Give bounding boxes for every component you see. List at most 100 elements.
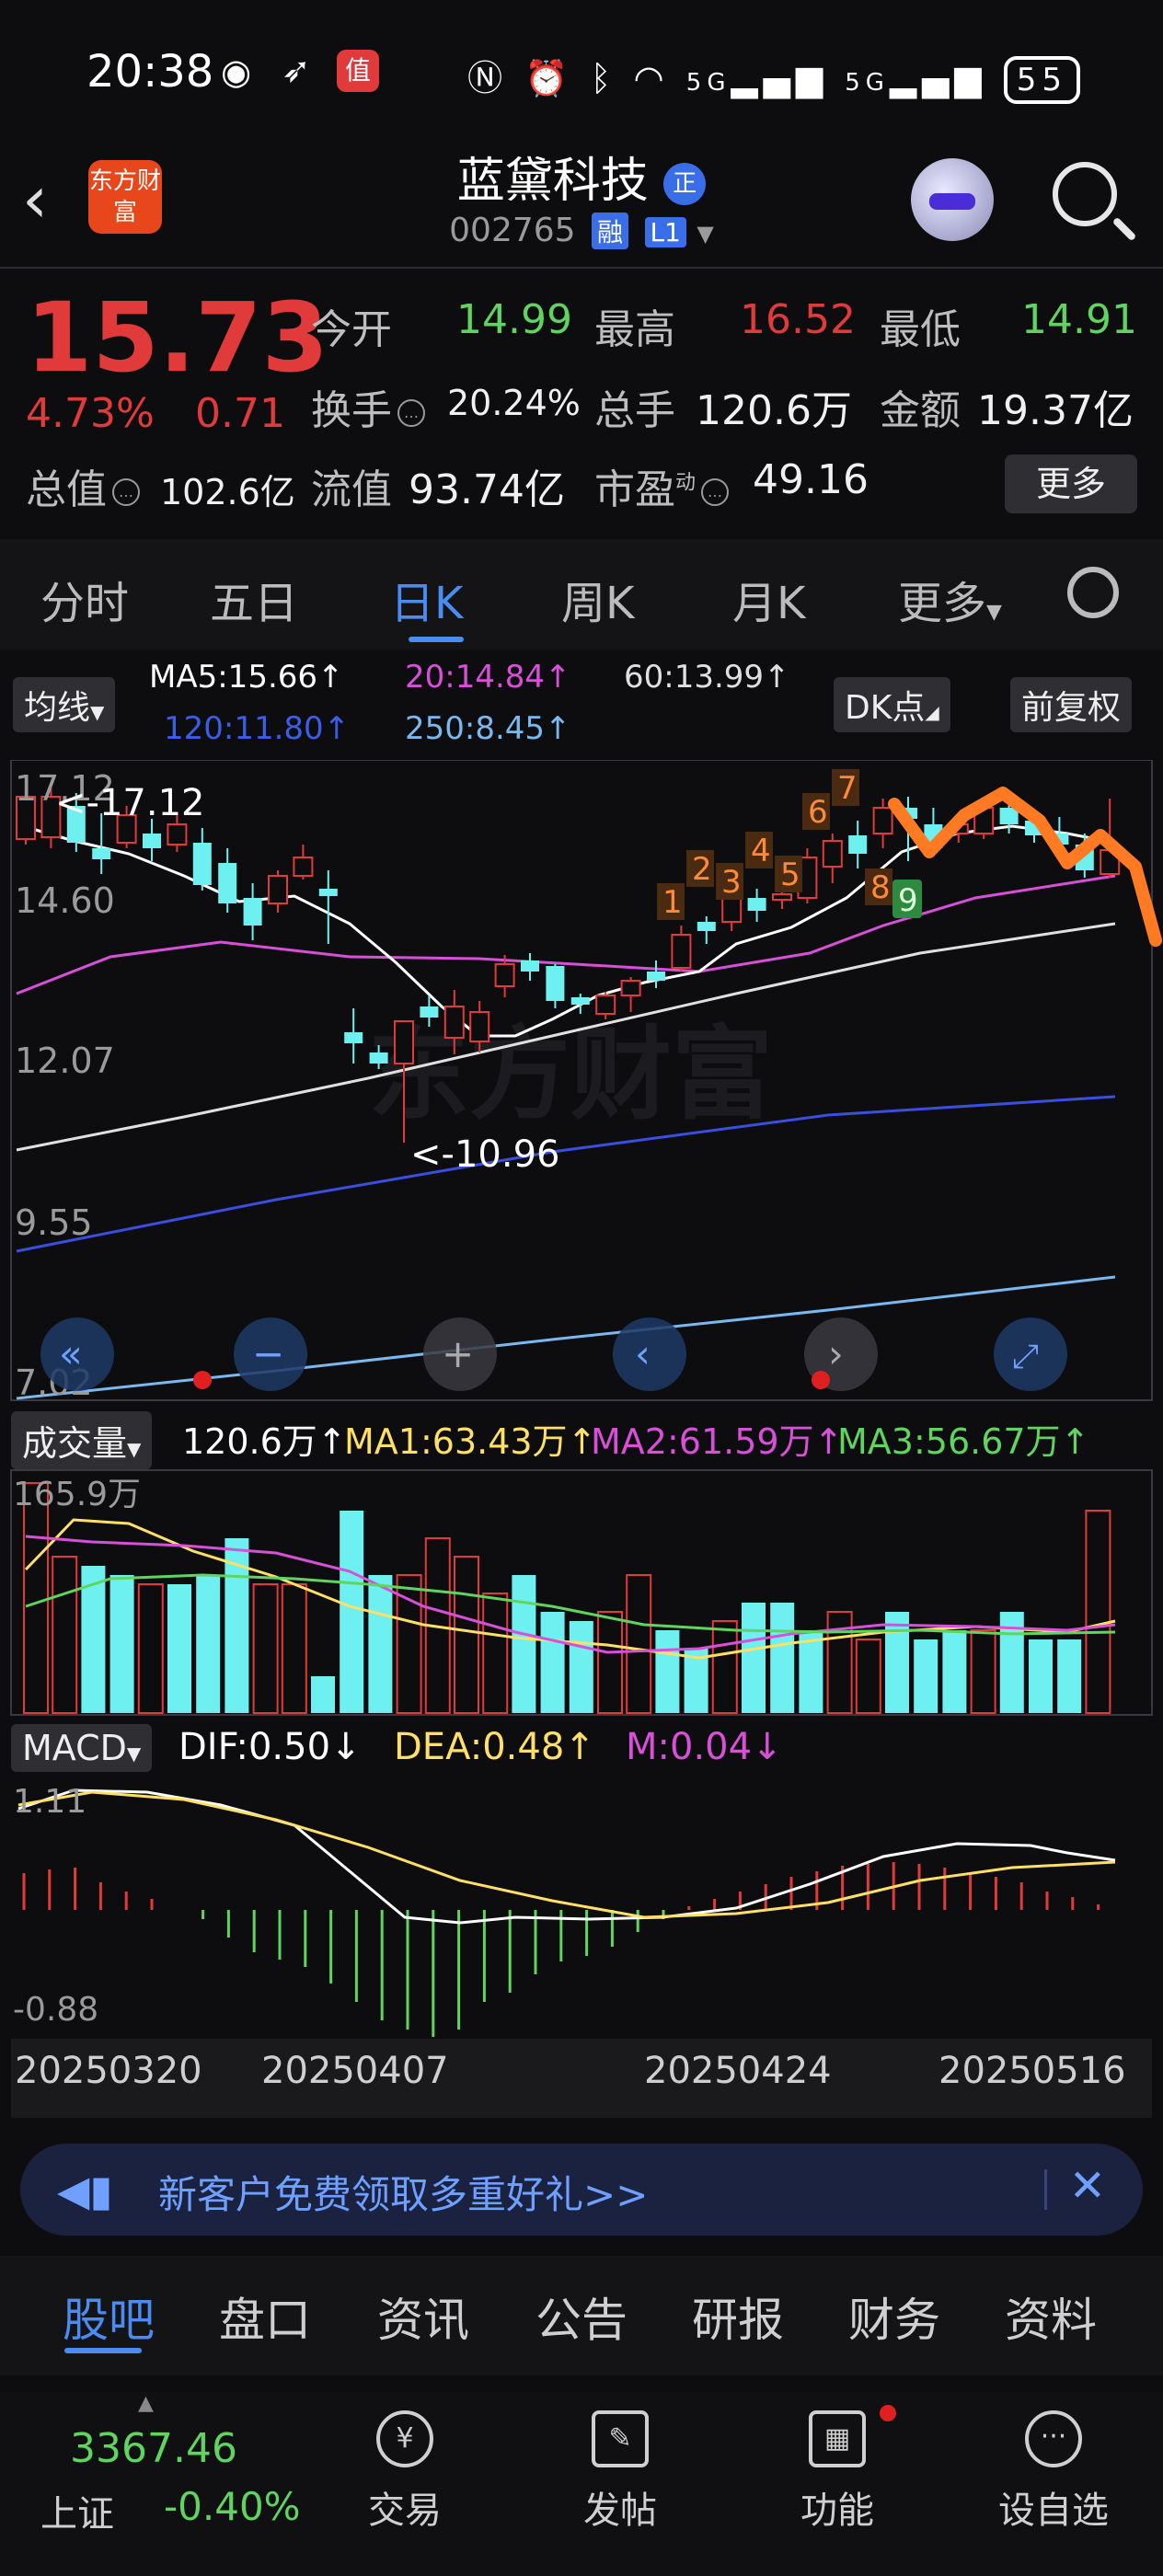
volume-ma3: MA3:56.67万↑: [837, 1421, 1090, 1462]
event-dot[interactable]: [812, 1371, 830, 1389]
candle-body: [647, 972, 665, 981]
date-tick: 20250407: [261, 2050, 449, 2092]
volume-bar: [368, 1575, 393, 1713]
ma120-legend: 120:11.80↑: [164, 710, 351, 747]
expand-icon: ⤢: [1012, 1338, 1039, 1375]
status-bar: 20:38 ◉ ➶ 值 Ⓝ ⏰ ᛒ ◠ 5G▂▄▆ 5G▂▄▆ 55: [0, 0, 1163, 138]
volume-bar: [914, 1639, 938, 1713]
index-value[interactable]: 3367.46: [70, 2425, 237, 2472]
volume-top-tick: 165.9万: [13, 1476, 141, 1513]
date-tick: 20250320: [15, 2050, 202, 2092]
bluetooth-icon: ᛒ: [590, 58, 617, 98]
turnover-value: 20.24%: [447, 383, 581, 423]
tab-daily-k[interactable]: 日K: [390, 567, 463, 631]
functions-button[interactable]: ▦ 功能: [791, 2405, 896, 2534]
open-label: 今开: [311, 306, 392, 353]
gear-icon[interactable]: [1067, 567, 1119, 618]
event-dot[interactable]: [193, 1371, 212, 1389]
tab-announcements[interactable]: 公告: [535, 2283, 628, 2350]
macd-selector[interactable]: MACD▼: [11, 1724, 153, 1772]
post-button[interactable]: ✎ 发帖: [574, 2410, 666, 2534]
float-value: 93.74亿: [409, 466, 565, 513]
info-icon[interactable]: …: [397, 399, 425, 427]
kline-chart[interactable]: 东方财富 12 34567 8 9 17.12 14.60 12.07 9.55 7.…: [0, 760, 1163, 1404]
stock-header: ‹ 东方财富 蓝黛科技 正 002765 融 L1 ▼: [0, 138, 1163, 267]
ma5-line: [16, 822, 1116, 1038]
trade-button[interactable]: ¥ 交易: [359, 2410, 451, 2534]
search-icon[interactable]: [1053, 162, 1117, 226]
double-left-icon: «: [59, 1331, 83, 1376]
tab-order-book[interactable]: 盘口: [219, 2283, 311, 2350]
date-tick: 20250424: [644, 2050, 832, 2092]
tab-monthly-k[interactable]: 月K: [732, 567, 805, 631]
tab-forum[interactable]: 股吧: [63, 2283, 155, 2350]
corner-icon: ◢: [925, 701, 939, 723]
volume-ma1: MA1:63.43万↑: [344, 1421, 597, 1462]
index-change[interactable]: -0.40%: [164, 2484, 301, 2529]
volume-bar: [252, 1583, 279, 1714]
paper-plane-icon: ➶: [282, 50, 311, 90]
volume-bar: [1029, 1639, 1053, 1713]
macd-chart[interactable]: 1.11 -0.88: [0, 1779, 1163, 2037]
macd-m: M:0.04↓: [626, 1726, 783, 1768]
status-icons: Ⓝ ⏰ ᛒ ◠ 5G▂▄▆ 5G▂▄▆ 55: [467, 50, 1080, 104]
promo-banner[interactable]: ◀▮ 新客户免费领取多重好礼>> ✕: [20, 2144, 1143, 2236]
nfc-icon: Ⓝ: [467, 58, 509, 98]
assistant-robot-icon[interactable]: [911, 158, 994, 241]
tab-profile[interactable]: 资料: [1005, 2283, 1097, 2350]
battery-icon: 55: [1003, 56, 1080, 104]
mktcap-label: 总值…: [26, 456, 145, 515]
divider: [1044, 2169, 1047, 2210]
macd-dif: DIF:0.50↓: [178, 1726, 362, 1768]
volume-label: 总手: [594, 387, 675, 434]
candle-body: [772, 893, 792, 901]
volume-bar: [109, 1575, 134, 1713]
close-icon[interactable]: ✕: [1069, 2160, 1106, 2212]
candle-body: [143, 834, 161, 848]
chevron-right-icon: ›: [828, 1331, 844, 1376]
float-label: 流值: [311, 466, 392, 513]
volume-bar: [512, 1575, 536, 1713]
volume-chart[interactable]: 165.9万: [0, 1468, 1163, 1717]
volume-bar: [281, 1583, 307, 1714]
adjust-button[interactable]: 前复权: [1010, 677, 1133, 732]
tab-financials[interactable]: 财务: [848, 2283, 940, 2350]
tab-news[interactable]: 资讯: [377, 2283, 469, 2350]
tab-intraday[interactable]: 分时: [40, 567, 129, 631]
ma-selector[interactable]: 均线▼: [13, 677, 116, 732]
more-button[interactable]: 更多: [1005, 454, 1137, 513]
tab-weekly-k[interactable]: 周K: [561, 567, 634, 631]
volume-bar: [52, 1556, 78, 1714]
ma20-legend: 20:14.84↑: [405, 659, 571, 696]
wifi-icon: ◠: [633, 58, 670, 98]
promo-text[interactable]: 新客户免费领取多重好礼>>: [158, 2164, 648, 2220]
tab-research[interactable]: 研报: [692, 2283, 784, 2350]
signal2-bars-icon: ▂▄▆: [889, 58, 987, 98]
expand-up-icon[interactable]: ▲: [138, 2392, 154, 2415]
td-mark: 8: [870, 869, 891, 906]
candle-body: [697, 922, 716, 931]
candle-body: [848, 835, 868, 854]
content-tabs: 股吧 盘口 资讯 公告 研报 财务 资料: [0, 2256, 1163, 2375]
info-icon[interactable]: …: [701, 478, 730, 506]
volume-selector[interactable]: 成交量▼: [11, 1411, 153, 1469]
dk-point-button[interactable]: DK点◢: [834, 677, 950, 732]
high-label: 最高: [594, 306, 675, 353]
index-name[interactable]: 上证: [40, 2484, 114, 2537]
y-tick: 14.60: [15, 880, 115, 921]
date-tick: 20250516: [938, 2050, 1126, 2092]
add-watchlist-button[interactable]: ··· 设自选: [985, 2410, 1123, 2534]
candle-body: [595, 995, 616, 1015]
candle-body: [268, 875, 288, 904]
macd-bottom-tick: -0.88: [13, 1991, 98, 2029]
info-icon[interactable]: …: [112, 478, 140, 506]
tab-more[interactable]: 更多▼: [898, 567, 1002, 631]
y-tick: 9.55: [15, 1202, 93, 1243]
post-label: 发帖: [583, 2490, 657, 2532]
volume-value: 120.6万↑: [182, 1421, 347, 1462]
edit-icon: ✎: [592, 2410, 649, 2467]
volume-bar: [1057, 1639, 1082, 1713]
tab-five-day[interactable]: 五日: [210, 567, 298, 631]
status-time: 20:38: [86, 46, 214, 98]
volume-bar: [742, 1603, 766, 1713]
